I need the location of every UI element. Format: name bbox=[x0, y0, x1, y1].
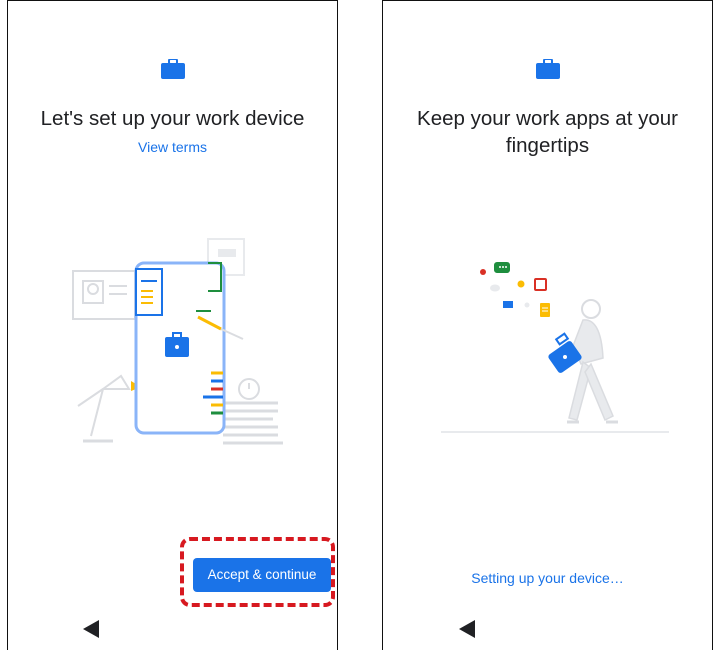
setup-screen-right: Keep your work apps at your fingertips S… bbox=[382, 0, 713, 650]
page-title: Let's set up your work device bbox=[40, 107, 305, 130]
accept-continue-button[interactable]: Accept & continue bbox=[193, 558, 331, 592]
page-title: Keep your work apps at your fingertips bbox=[417, 107, 678, 157]
work-apps-illustration bbox=[441, 262, 669, 433]
setup-status-text: Setting up your device… bbox=[471, 570, 624, 586]
work-device-illustration bbox=[72, 238, 283, 445]
briefcase-icon bbox=[160, 59, 185, 79]
setup-screen-left: Let's set up your work device View terms bbox=[7, 0, 338, 650]
view-terms-link[interactable]: View terms bbox=[8, 139, 337, 155]
back-triangle-icon[interactable] bbox=[83, 620, 99, 638]
back-triangle-icon[interactable] bbox=[459, 620, 475, 638]
briefcase-icon bbox=[535, 59, 560, 79]
